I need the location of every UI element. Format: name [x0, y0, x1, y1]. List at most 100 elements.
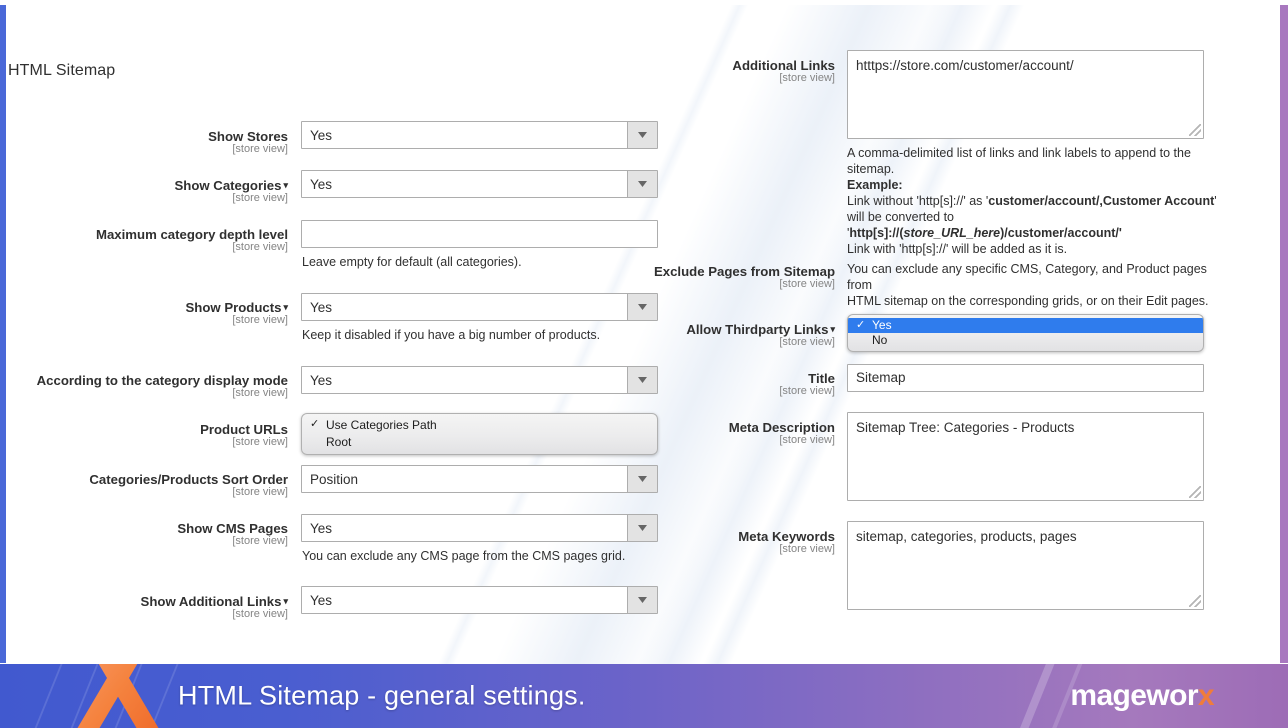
note-line: A comma-delimited list of links and link… — [847, 146, 1191, 160]
field-note-exclude-pages: You can exclude any specific CMS, Catego… — [847, 261, 1227, 309]
field-label: Exclude Pages from Sitemap — [653, 264, 835, 279]
field-label: Show CMS Pages — [0, 521, 288, 536]
textarea-meta-description[interactable]: Sitemap Tree: Categories - Products — [847, 412, 1204, 501]
check-icon: ✓ — [310, 418, 320, 430]
scope-label: [store view] — [232, 387, 288, 399]
option-label: Use Categories Path — [326, 418, 437, 432]
label-text: Product URLs — [200, 422, 288, 437]
select-value: Yes — [310, 176, 333, 192]
scope-label: [store view] — [232, 436, 288, 448]
scope-label: [store view] — [779, 278, 835, 290]
select-sort-order[interactable]: Position — [301, 465, 658, 493]
field-label: Meta Keywords — [738, 529, 835, 544]
select-show-categories[interactable]: Yes — [301, 170, 658, 198]
field-label: Show Stores — [0, 129, 288, 144]
scope-label: [store view] — [779, 434, 835, 446]
label-text: Show Products — [185, 300, 282, 315]
chevron-down-icon[interactable]: ▾ — [283, 302, 288, 312]
bottom-banner: HTML Sitemap - general settings. magewor… — [0, 664, 1288, 728]
textarea-value: sitemap, categories, products, pages — [856, 529, 1077, 544]
textarea-meta-keywords[interactable]: sitemap, categories, products, pages — [847, 521, 1204, 610]
field-label: Meta Description — [728, 420, 835, 435]
scope-label: [store view] — [232, 608, 288, 620]
input-max-category-depth[interactable] — [301, 220, 658, 248]
note-line: HTML sitemap on the corresponding grids,… — [847, 294, 1209, 308]
chevron-down-icon[interactable] — [627, 171, 657, 197]
resize-grip-icon[interactable] — [1189, 124, 1201, 136]
screenshot-frame: HTML Sitemap Show Stores [store view] Ye… — [0, 0, 1288, 728]
check-icon: ✓ — [856, 319, 866, 331]
scope-label: [store view] — [232, 535, 288, 547]
resize-grip-icon[interactable] — [1189, 595, 1201, 607]
textarea-value: htttps://store.com/customer/account/ — [856, 58, 1074, 73]
select-show-products[interactable]: Yes — [301, 293, 658, 321]
field-label: Maximum category depth level — [0, 227, 288, 242]
label-text: Allow Thirdparty Links — [686, 322, 829, 337]
field-label: Categories/Products Sort Order — [0, 472, 288, 487]
label-text: Show CMS Pages — [177, 521, 288, 536]
select-value: Position — [310, 471, 359, 487]
chevron-down-icon[interactable] — [627, 122, 657, 148]
field-note-additional-links: A comma-delimited list of links and link… — [847, 145, 1217, 257]
frame-border-right — [1280, 0, 1288, 663]
scope-label: [store view] — [779, 336, 835, 348]
scope-label: [store view] — [232, 241, 288, 253]
resize-grip-icon[interactable] — [1189, 486, 1201, 498]
option-label: Root — [326, 435, 352, 449]
chevron-down-icon[interactable]: ▾ — [283, 596, 288, 606]
frame-border-top — [0, 0, 1288, 5]
field-label: Allow Thirdparty Links ▾ — [545, 322, 835, 337]
scope-label: [store view] — [232, 143, 288, 155]
field-label: According to the category display mode — [0, 373, 288, 388]
note-example-heading: Example: — [847, 178, 903, 192]
brand-accent-x: x — [1197, 679, 1215, 712]
label-text: Show Additional Links — [140, 594, 282, 609]
field-label: Additional Links — [732, 58, 835, 73]
note-line: Link with 'http[s]://' will be added as … — [847, 242, 1068, 256]
select-show-additional-links[interactable]: Yes — [301, 586, 658, 614]
dropdown-option-no[interactable]: No — [848, 333, 1203, 348]
textarea-additional-links[interactable]: htttps://store.com/customer/account/ — [847, 50, 1204, 139]
select-show-stores[interactable]: Yes — [301, 121, 658, 149]
dropdown-option-yes[interactable]: ✓ Yes — [848, 318, 1203, 333]
label-text: Maximum category depth level — [95, 227, 288, 242]
frame-border-left — [0, 0, 6, 663]
select-value: Yes — [310, 592, 333, 608]
note-line: Link without 'http[s]://' as 'customer/a… — [847, 194, 1217, 208]
chevron-down-icon[interactable]: ▾ — [830, 324, 835, 334]
scope-label: [store view] — [232, 486, 288, 498]
label-text: Show Stores — [208, 129, 288, 144]
label-text: Show Categories — [174, 178, 282, 193]
label-text: According to the category display mode — [36, 373, 288, 388]
chevron-down-icon[interactable]: ▾ — [283, 180, 288, 190]
field-label: Show Products ▾ — [0, 300, 288, 315]
scope-label: [store view] — [232, 192, 288, 204]
field-label: Show Additional Links ▾ — [0, 594, 288, 609]
chevron-down-icon[interactable] — [627, 587, 657, 613]
banner-caption: HTML Sitemap - general settings. — [178, 680, 586, 711]
dropdown-allow-thirdparty-links[interactable]: ✓ Yes No — [847, 314, 1204, 352]
option-label: No — [872, 333, 888, 347]
note-line: sitemap. — [847, 162, 895, 176]
textarea-value: Sitemap Tree: Categories - Products — [856, 420, 1075, 435]
scope-label: [store view] — [779, 72, 835, 84]
brand-text: magewor — [1070, 679, 1198, 712]
label-text: Categories/Products Sort Order — [89, 472, 288, 487]
note-line: will be converted to 'http[s]://(store_U… — [847, 210, 1122, 240]
input-title[interactable]: Sitemap — [847, 364, 1204, 392]
field-label: Product URLs — [0, 422, 288, 437]
scope-label: [store view] — [232, 314, 288, 326]
field-label: Show Categories ▾ — [0, 178, 288, 193]
chevron-down-icon[interactable] — [627, 466, 657, 492]
field-label: Title — [808, 371, 835, 386]
select-value: Yes — [310, 299, 333, 315]
option-label: Yes — [872, 318, 892, 332]
scope-label: [store view] — [779, 543, 835, 555]
brand-logo-mageworx: mageworx — [1070, 679, 1214, 713]
select-value: Yes — [310, 127, 333, 143]
note-line: You can exclude any specific CMS, Catego… — [847, 262, 1207, 292]
scope-label: [store view] — [779, 385, 835, 397]
mageworx-x-logo-icon — [77, 664, 159, 728]
chevron-down-icon[interactable] — [627, 294, 657, 320]
page-title: HTML Sitemap — [8, 62, 116, 79]
